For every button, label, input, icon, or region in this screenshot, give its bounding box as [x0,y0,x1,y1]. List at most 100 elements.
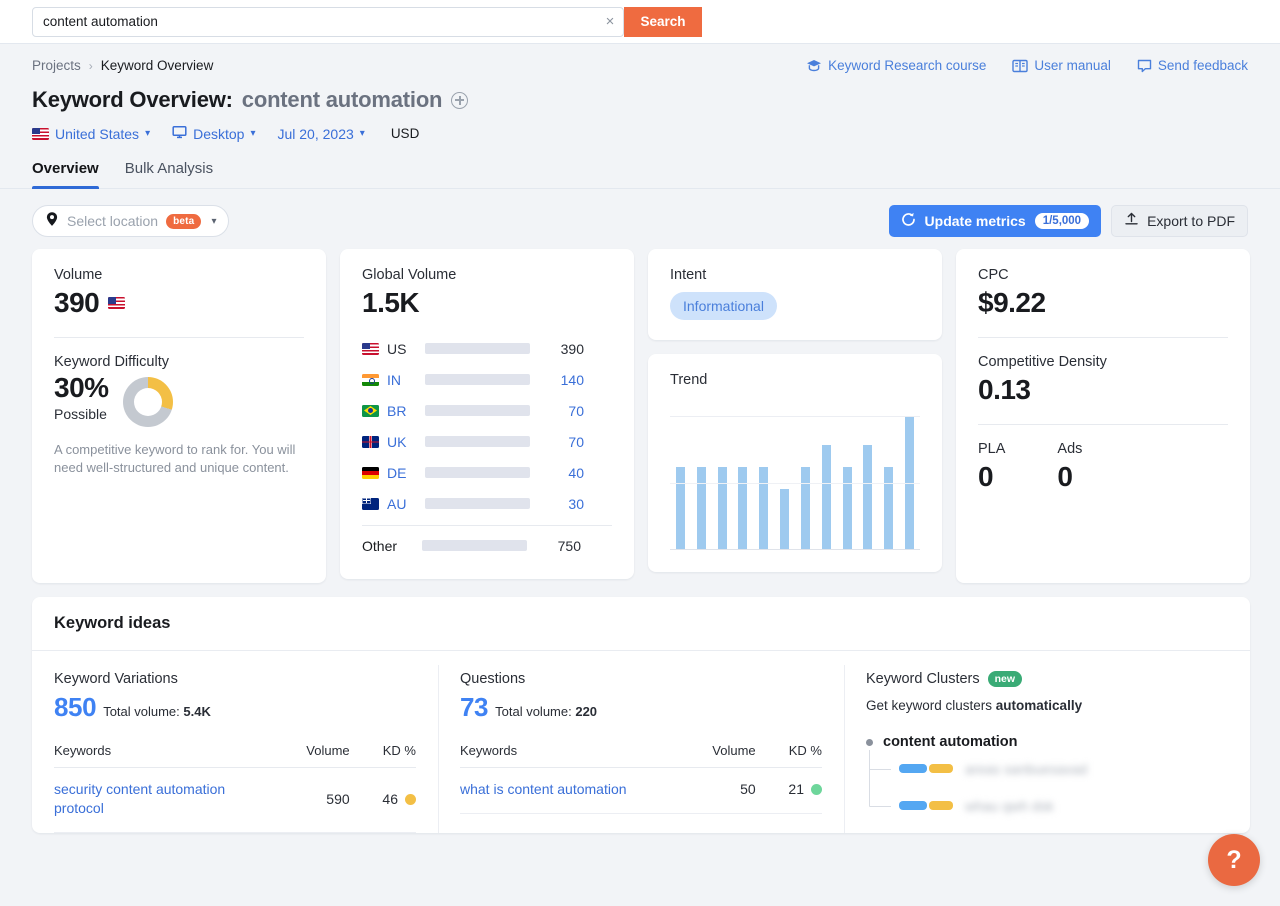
breadcrumb-projects[interactable]: Projects [32,58,81,73]
country-code[interactable]: DE [387,465,417,481]
cluster-root[interactable]: content automation [866,734,1228,750]
pla-label: PLA [978,441,1005,457]
search-button[interactable]: Search [624,7,702,37]
country-volume[interactable]: 30 [542,496,584,512]
search-input[interactable] [33,8,597,36]
location-select[interactable]: Select location beta ▾ [32,205,229,237]
cluster-bar-yellow [929,764,953,773]
tab-overview[interactable]: Overview [32,160,99,188]
global-volume-row: UK 70 [362,426,612,457]
export-to-pdf-button[interactable]: Export to PDF [1111,205,1248,237]
volume-value: 390 [54,287,99,319]
kd-status-dot-icon [811,784,822,795]
us-flag-icon [32,128,49,140]
clear-search-icon[interactable]: × [597,8,623,36]
date-filter[interactable]: Jul 20, 2023 ▾ [277,126,364,142]
pla-ads-row: PLA 0 Ads 0 [978,441,1228,493]
metrics-cards: Volume 390 Keyword Difficulty 30% Possib… [0,237,1280,583]
cpc-label: CPC [978,267,1228,283]
trend-label: Trend [670,372,920,388]
col-keywords: Keywords [460,743,670,768]
keyword-variations-total: Total volume: 5.4K [103,704,211,719]
global-search-bar: × Search [0,0,1280,44]
chevron-down-icon: ▾ [145,128,150,139]
cluster-child-label: whau qwh dsk [965,798,1054,814]
cluster-root-label: content automation [883,734,1018,750]
update-metrics-label: Update metrics [925,213,1026,229]
send-feedback-link[interactable]: Send feedback [1137,58,1248,73]
country-code[interactable]: BR [387,403,417,419]
questions-title: Questions [460,671,822,687]
user-manual-link[interactable]: User manual [1012,58,1111,73]
search-field[interactable]: × [32,7,624,37]
keyword-variations-count[interactable]: 850 [54,692,96,723]
monitor-icon [172,125,187,142]
cpc-card: CPC $9.22 Competitive Density 0.13 PLA 0… [956,249,1250,583]
ads-label: Ads [1057,441,1082,457]
user-manual-label: User manual [1034,58,1111,73]
country-volume[interactable]: 70 [542,403,584,419]
country-volume[interactable]: 140 [542,372,584,388]
cluster-children: areas sanbuesaxad whau qwh dsk [869,750,1228,824]
keyword-variations-table: Keywords Volume KD % security content au… [54,743,416,833]
location-pin-icon [45,211,59,232]
trend-bar-slot [753,416,774,549]
col-kd: KD % [756,743,822,768]
volume-bar-track [425,436,530,447]
trend-bar [822,445,831,549]
br-flag-icon [362,405,379,417]
intent-badge[interactable]: Informational [670,292,777,320]
country-code[interactable]: UK [387,434,417,450]
help-button[interactable]: ? [1208,834,1260,886]
keyword-kd: 21 [756,768,822,814]
update-metrics-button[interactable]: Update metrics 1/5,000 [889,205,1102,237]
uk-flag-icon [362,436,379,448]
tab-bulk-analysis[interactable]: Bulk Analysis [125,160,213,188]
country-code[interactable]: AU [387,496,417,512]
cluster-child[interactable]: whau qwh dsk [869,787,1228,824]
keyword-clusters-title: Keyword Clusters new [866,671,1228,687]
keyword-clusters-column: Keyword Clusters new Get keyword cluster… [844,651,1250,833]
add-to-list-icon[interactable] [451,92,468,109]
export-to-pdf-label: Export to PDF [1147,213,1235,229]
keyword-research-course-link[interactable]: Keyword Research course [806,58,986,73]
keyword-link[interactable]: what is content automation [460,768,670,814]
keyword-kd: 46 [350,768,416,833]
trend-card: Trend [648,354,942,572]
clusters-title-label: Keyword Clusters [866,671,980,687]
keyword-variations-stat: 850 Total volume: 5.4K [54,692,416,723]
country-filter[interactable]: United States ▾ [32,126,150,142]
device-filter[interactable]: Desktop ▾ [172,125,255,142]
volume-bar-track [425,343,530,354]
cluster-child[interactable]: areas sanbuesaxad [869,750,1228,787]
cpc-value: $9.22 [978,287,1228,319]
intent-card: Intent Informational [648,249,942,340]
country-code[interactable]: IN [387,372,417,388]
total-volume-label: Total volume: [495,704,572,719]
header-links: Keyword Research course User manual Send… [806,58,1248,73]
filter-row: United States ▾ Desktop ▾ Jul 20, 2023 ▾… [32,125,1248,142]
country-volume[interactable]: 40 [542,465,584,481]
trend-bar [738,467,747,549]
content-toolbar: Select location beta ▾ Update metrics 1/… [0,189,1280,237]
intent-label: Intent [670,267,920,283]
country-code: US [387,341,417,357]
col-volume: Volume [670,743,756,768]
page-title: Keyword Overview: content automation [32,87,1248,113]
tree-line [869,806,891,807]
total-volume-label: Total volume: [103,704,180,719]
keyword-link[interactable]: security content automation protocol [54,768,264,833]
total-volume-value: 220 [575,704,597,719]
chevron-down-icon: ▾ [211,216,216,227]
device-filter-label: Desktop [193,126,244,142]
in-flag-icon [362,374,379,386]
country-volume[interactable]: 70 [542,434,584,450]
trend-bar-slot [795,416,816,549]
questions-count[interactable]: 73 [460,692,488,723]
table-header-row: Keywords Volume KD % [54,743,416,768]
trend-bar [843,467,852,549]
new-badge: new [988,671,1022,687]
col-keywords: Keywords [54,743,264,768]
volume-label: Volume [54,267,304,283]
trend-bar [759,467,768,549]
